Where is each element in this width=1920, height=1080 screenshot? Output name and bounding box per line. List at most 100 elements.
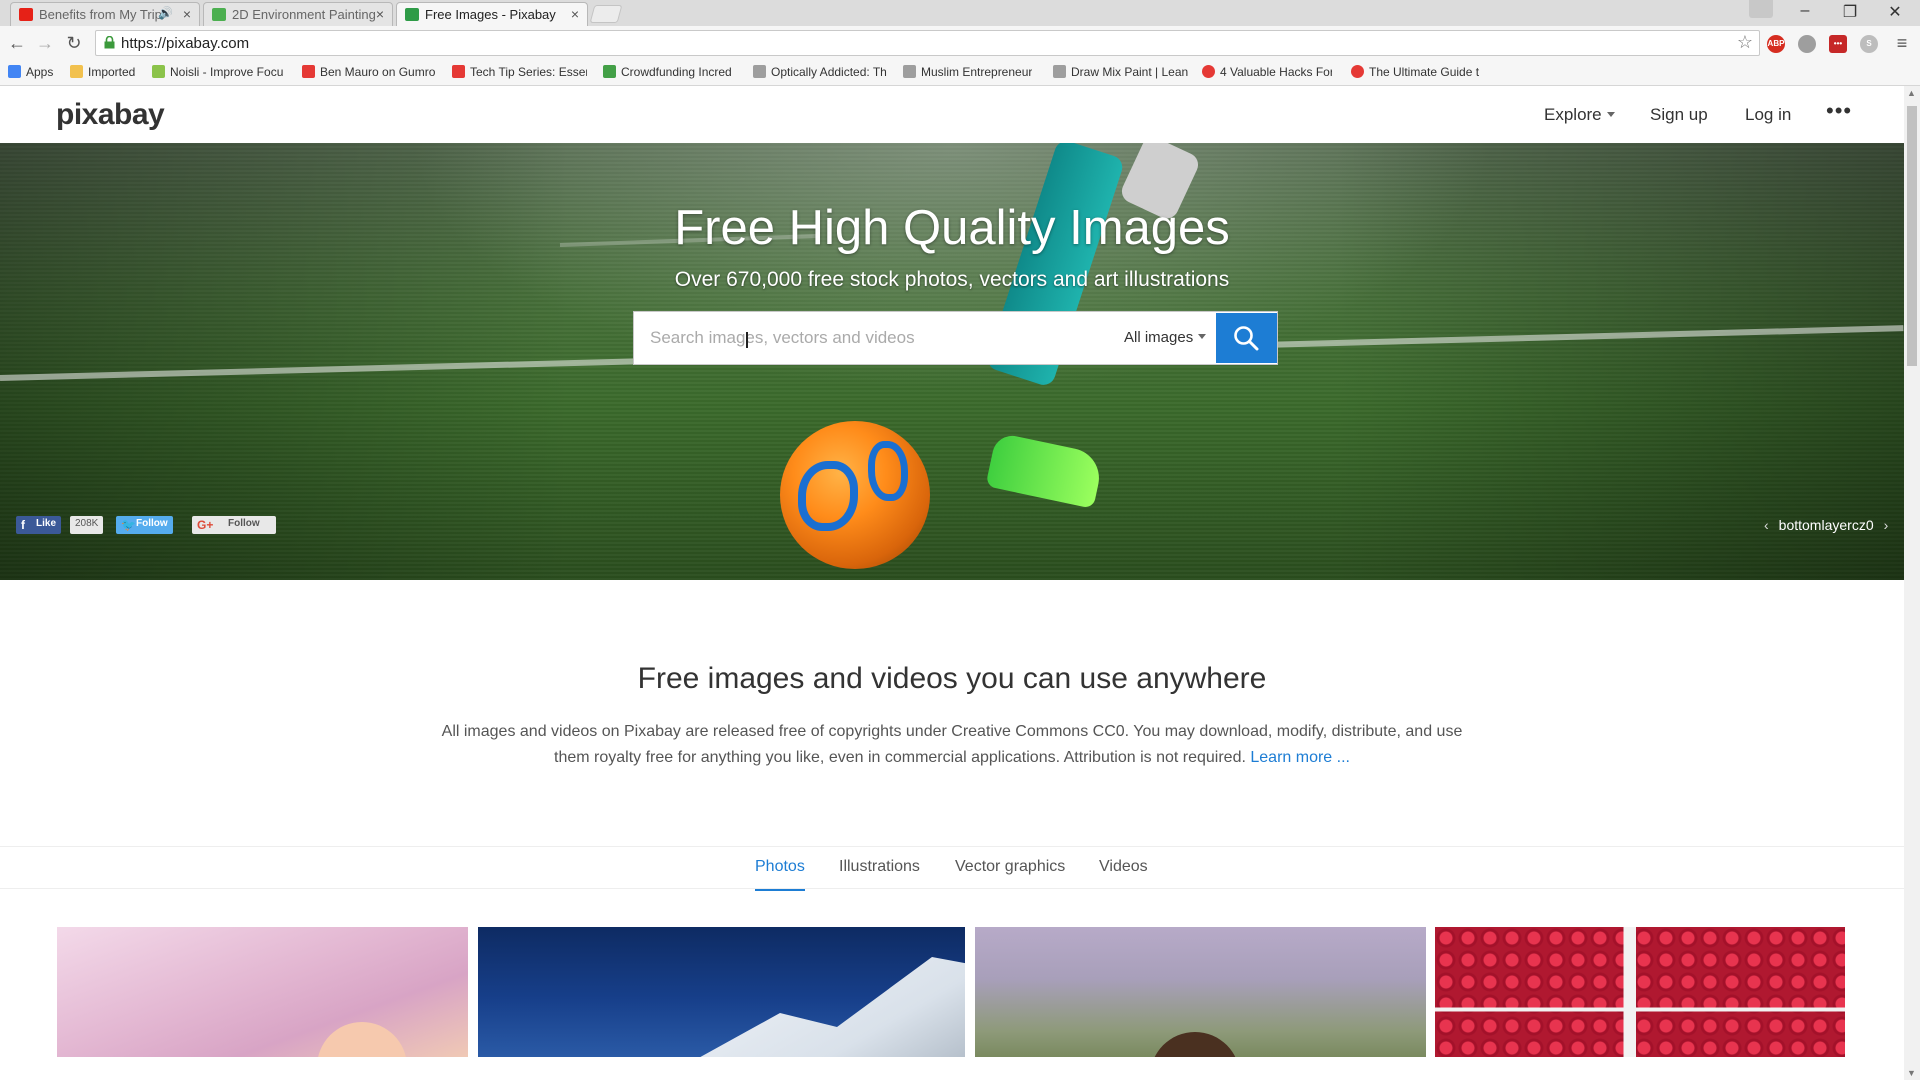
bookmark-apps[interactable]: Apps <box>8 65 53 79</box>
page-icon <box>1053 65 1066 78</box>
pinterest-icon <box>1202 65 1215 78</box>
search-bar: All images <box>633 311 1278 365</box>
address-bar[interactable]: https://pixabay.com ☆ <box>95 30 1760 56</box>
bookmark-folder[interactable]: Imported <box>70 65 135 79</box>
more-options-icon[interactable]: ••• <box>1826 98 1852 124</box>
scrollbar-thumb[interactable] <box>1907 106 1917 366</box>
browser-tab-title: Free Images - Pixabay <box>425 7 556 22</box>
page-icon <box>753 65 766 78</box>
close-tab-icon[interactable]: × <box>376 6 384 22</box>
search-button[interactable] <box>1216 313 1277 363</box>
bookmark-item[interactable]: 4 Valuable Hacks For <box>1202 65 1332 79</box>
follow-label: Follow <box>136 518 168 529</box>
photo-thumbnail[interactable] <box>478 927 965 1057</box>
photo-thumbnail[interactable] <box>57 927 468 1057</box>
googleplus-icon: G+ <box>197 518 214 532</box>
caret-down-icon <box>1606 112 1615 117</box>
learn-more-link[interactable]: Learn more ... <box>1250 749 1350 766</box>
noisli-icon <box>152 65 165 78</box>
bookmark-label: Noisli - Improve Focu <box>170 65 284 79</box>
restore-icon[interactable]: ❐ <box>1830 2 1870 22</box>
bookmark-item[interactable]: Tech Tip Series: Essen <box>452 65 587 79</box>
tab-vector-graphics[interactable]: Vector graphics <box>955 858 1065 876</box>
facebook-icon: f <box>21 518 25 532</box>
text-cursor-icon <box>746 332 748 348</box>
tab-illustrations[interactable]: Illustrations <box>839 858 920 876</box>
media-type-tabs: Photos Illustrations Vector graphics Vid… <box>0 846 1904 891</box>
browser-tabstrip: Benefits from My Trip 🔊 × 2D Environment… <box>0 0 1920 26</box>
adblock-icon[interactable]: ABP <box>1767 35 1785 53</box>
signup-link[interactable]: Sign up <box>1650 105 1708 125</box>
gumroad-icon <box>452 65 465 78</box>
login-link[interactable]: Log in <box>1745 105 1791 125</box>
bookmark-item[interactable]: Ben Mauro on Gumro <box>302 65 435 79</box>
twitter-follow-button[interactable]: 🐦 Follow <box>116 516 173 534</box>
search-icon <box>1234 326 1259 351</box>
photographer-name[interactable]: bottomlayercz0 <box>1779 517 1874 533</box>
url-text: https://pixabay.com <box>121 35 250 52</box>
pixabay-logo[interactable]: pixabay <box>56 98 165 132</box>
tab-videos[interactable]: Videos <box>1099 858 1148 876</box>
explore-label: Explore <box>1544 105 1602 124</box>
pixabay-favicon-icon <box>405 8 419 21</box>
bookmark-item[interactable]: Optically Addicted: Th <box>753 65 887 79</box>
search-input[interactable] <box>634 312 1109 364</box>
bookmark-label: The Ultimate Guide t <box>1369 65 1480 79</box>
googleplus-follow-button[interactable]: G+ Follow <box>192 516 276 534</box>
gumroad-icon <box>302 65 315 78</box>
reload-icon[interactable]: ↻ <box>63 32 85 54</box>
bookmark-item[interactable]: The Ultimate Guide t <box>1351 65 1479 79</box>
forward-arrow-icon[interactable]: → <box>34 32 56 54</box>
hero-subtitle: Over 670,000 free stock photos, vectors … <box>674 268 1230 291</box>
scroll-up-icon[interactable]: ▲ <box>1907 88 1916 98</box>
intro-title: Free images and videos you can use anywh… <box>637 662 1267 695</box>
explore-menu[interactable]: Explore <box>1544 105 1615 125</box>
browser-tab-title: Benefits from My Trip <box>39 7 162 22</box>
photo-thumbnail[interactable] <box>1435 927 1845 1057</box>
bookmark-item[interactable]: Draw Mix Paint | Lean <box>1053 65 1188 79</box>
close-tab-icon[interactable]: × <box>571 6 579 22</box>
user-profile-icon[interactable] <box>1749 0 1773 18</box>
speaker-icon[interactable]: 🔊 <box>158 6 173 20</box>
browser-toolbar: ← → ↻ https://pixabay.com ☆ ABP ••• S ≡ <box>0 26 1920 60</box>
bookmark-item[interactable]: Noisli - Improve Focu <box>152 65 283 79</box>
youtube-favicon-icon <box>19 8 33 21</box>
new-tab-button[interactable] <box>589 5 623 23</box>
raspberry-crates <box>1435 927 1845 1057</box>
scroll-down-icon[interactable]: ▼ <box>1907 1068 1916 1078</box>
photo-thumbnail[interactable] <box>975 927 1426 1057</box>
search-type-dropdown[interactable]: All images <box>1124 329 1207 346</box>
tab-photos[interactable]: Photos <box>755 858 805 891</box>
previous-chevron-icon[interactable]: ‹ <box>1764 517 1769 533</box>
page-icon <box>903 65 916 78</box>
bookmark-item[interactable]: Muslim Entrepreneur <box>903 65 1032 79</box>
menu-icon[interactable]: ≡ <box>1891 32 1913 54</box>
page-scrollbar[interactable]: ▲ ▼ <box>1904 86 1920 1080</box>
bookmark-label: Imported <box>88 65 136 79</box>
close-window-icon[interactable]: ✕ <box>1875 2 1915 22</box>
minimize-icon[interactable]: – <box>1785 2 1825 20</box>
lastpass-icon[interactable]: ••• <box>1829 35 1847 53</box>
girl-portrait <box>1150 1032 1240 1057</box>
snowy-mountain <box>628 957 965 1057</box>
like-label: Like <box>36 518 57 529</box>
globe-extension-icon[interactable] <box>1798 35 1816 53</box>
close-tab-icon[interactable]: × <box>183 6 191 22</box>
like-count: 208K <box>70 516 104 534</box>
browser-tab-3[interactable]: Free Images - Pixabay × <box>396 2 588 26</box>
bookmark-star-icon[interactable]: ☆ <box>1737 32 1753 53</box>
baby-foot <box>317 1022 407 1057</box>
bookmark-label: Crowdfunding Incred <box>621 65 732 79</box>
back-arrow-icon[interactable]: ← <box>6 32 28 54</box>
hero-title: Free High Quality Images <box>674 201 1230 255</box>
browser-tab-2[interactable]: 2D Environment Painting × <box>203 2 393 26</box>
intro-text: All images and videos on Pixabay are rel… <box>435 719 1469 771</box>
bookmark-item[interactable]: Crowdfunding Incred <box>603 65 732 79</box>
search-type-label: All images <box>1124 329 1194 346</box>
next-chevron-icon[interactable]: › <box>1884 517 1889 533</box>
skype-icon[interactable]: S <box>1860 35 1878 53</box>
bookmark-label: Ben Mauro on Gumro <box>320 65 436 79</box>
caret-down-icon <box>1198 334 1207 339</box>
facebook-like-button[interactable]: f Like <box>16 516 62 534</box>
browser-tab-1[interactable]: Benefits from My Trip 🔊 × <box>10 2 200 26</box>
